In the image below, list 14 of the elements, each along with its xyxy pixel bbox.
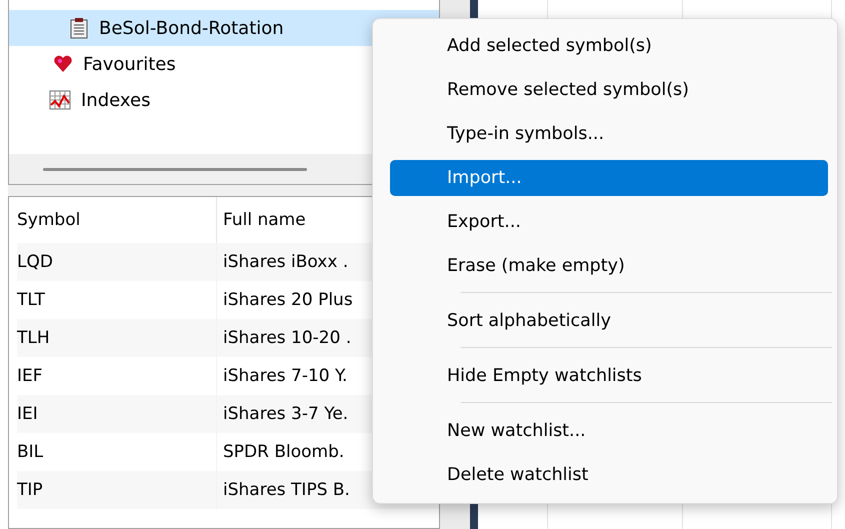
- table-cell: TIP: [17, 471, 216, 509]
- table-cell: IEI: [17, 395, 216, 433]
- heart-icon: [53, 55, 73, 73]
- menu-item[interactable]: Import...: [390, 160, 828, 196]
- clipboard-icon: [69, 17, 89, 39]
- chart-icon: [49, 90, 71, 110]
- scrollbar-thumb[interactable]: [43, 168, 307, 170]
- table-cell: TLH: [17, 319, 216, 357]
- tree-item-label: BeSol-Bond-Rotation: [99, 18, 284, 38]
- table-cell: LQD: [17, 243, 216, 281]
- menu-item[interactable]: Type-in symbols...: [390, 116, 828, 152]
- column-header[interactable]: Symbol: [17, 197, 216, 243]
- tree-item-label: Indexes: [81, 90, 150, 110]
- tree-item-label: Favourites: [83, 54, 176, 74]
